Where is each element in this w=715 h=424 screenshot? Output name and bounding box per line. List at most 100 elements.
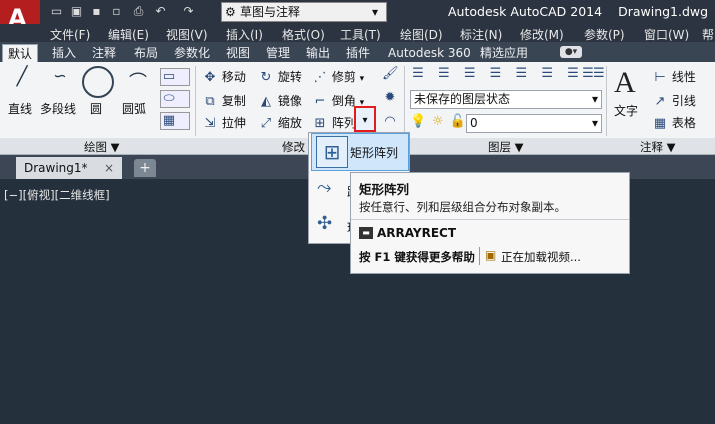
chevron-down-icon: ▾ xyxy=(359,74,365,84)
mirror-label: 镜像 xyxy=(277,94,302,108)
table-icon: ▦ xyxy=(653,116,667,131)
print-icon[interactable]: ⎙ xyxy=(130,3,147,20)
workspace-selector[interactable]: ⚙ 草图与注释 ▾ xyxy=(221,2,387,22)
menu-insert[interactable]: 插入(I) xyxy=(226,26,263,43)
layer-tools-row: ☰ ☰ ☰ ☰ ☰ ☰ ☰ ☰ xyxy=(410,66,607,82)
menu-format[interactable]: 格式(O) xyxy=(282,26,325,43)
line-label: 直线 xyxy=(8,102,33,116)
tab-manage[interactable]: 管理 xyxy=(266,44,290,62)
new-tab-button[interactable]: + xyxy=(134,159,156,177)
menu-modify[interactable]: 修改(M) xyxy=(520,26,564,43)
ribbon-toggle-button[interactable]: ●▾ xyxy=(560,46,582,58)
lightbulb-icon[interactable]: 💡 xyxy=(410,114,426,130)
copy-icon: ⧉ xyxy=(205,94,215,109)
offset-tool[interactable]: ◠ xyxy=(382,114,398,130)
array-tool[interactable]: ⊞ 阵列 xyxy=(312,114,356,132)
ellipse-tool[interactable]: ⬭ xyxy=(160,90,190,108)
layer-icon[interactable]: ☰ xyxy=(487,66,503,82)
tooltip-title: 矩形阵列 xyxy=(359,182,410,197)
layer-icon[interactable]: ☰ xyxy=(565,66,581,82)
layer-icon[interactable]: ☰ xyxy=(513,66,529,82)
tab-parametric[interactable]: 参数化 xyxy=(174,44,210,62)
panel-divider xyxy=(195,66,196,136)
scale-tool[interactable]: ⤢ 缩放 xyxy=(258,114,302,132)
array-dropdown-button[interactable]: ▾ xyxy=(354,106,376,132)
new-file-icon[interactable]: ▭ xyxy=(48,3,65,20)
lock-icon[interactable]: 🔓 xyxy=(450,114,466,130)
table-tool[interactable]: ▦ 表格 xyxy=(652,114,696,132)
layer-icon[interactable]: ☰ xyxy=(436,66,452,82)
copy-tool[interactable]: ⧉ 复制 xyxy=(202,92,246,110)
tooltip: 矩形阵列 按任意行、列和层级组合分布对象副本。 ▬ ARRAYRECT 按 F1… xyxy=(350,172,630,274)
text-label: 文字 xyxy=(614,104,639,118)
layer-properties-icon[interactable]: ☰ xyxy=(410,66,426,82)
rectangle-tool[interactable]: ▭ xyxy=(160,68,190,86)
mirror-tool[interactable]: ◭ 镜像 xyxy=(258,92,302,110)
polyline-label: 多段线 xyxy=(40,102,77,116)
rectangle-icon: ▭ xyxy=(162,69,176,84)
open-folder-icon[interactable]: ▣ xyxy=(68,3,85,20)
explode-tool[interactable]: ✹ xyxy=(382,90,398,106)
rectangular-array-label: 矩形阵列 xyxy=(350,146,399,160)
draw-panel-title[interactable]: 绘图 ▼ xyxy=(84,139,120,155)
tab-autodesk-360[interactable]: Autodesk 360 xyxy=(388,44,471,62)
arc-icon: ⌒ xyxy=(129,72,147,93)
move-tool[interactable]: ✥ 移动 xyxy=(202,68,246,86)
tab-output[interactable]: 输出 xyxy=(306,44,330,62)
hatch-tool[interactable]: ▦ xyxy=(160,112,190,130)
circle-icon xyxy=(82,66,114,98)
viewport-controls-label[interactable]: [−][俯视][二维线框] xyxy=(4,187,110,203)
layer-icon[interactable]: ☰ xyxy=(462,66,478,82)
annotation-panel-title[interactable]: 注释 ▼ xyxy=(640,139,676,155)
layer-value: 0 xyxy=(470,116,478,130)
rotate-tool[interactable]: ↻ 旋转 xyxy=(258,68,302,86)
menu-draw[interactable]: 绘图(D) xyxy=(400,26,443,43)
layer-state-value: 未保存的图层状态 xyxy=(414,92,511,106)
match-layer-tool[interactable]: ☰ xyxy=(580,66,596,82)
sun-icon[interactable]: ☼ xyxy=(430,114,446,130)
rectangular-array-item[interactable]: ⊞ 矩形阵列 xyxy=(311,133,409,171)
layer-panel-title[interactable]: 图层 ▼ xyxy=(488,139,524,155)
menu-parametric[interactable]: 参数(P) xyxy=(584,26,625,43)
tab-view[interactable]: 视图 xyxy=(226,44,250,62)
layer-combo[interactable]: 0 ▾ xyxy=(466,114,602,133)
menu-view[interactable]: 视图(V) xyxy=(166,26,208,43)
paintbrush-icon: 🖌 xyxy=(382,66,399,81)
menu-help[interactable]: 帮 xyxy=(702,26,714,43)
menu-bar: 文件(F) 编辑(E) 视图(V) 插入(I) 格式(O) 工具(T) 绘图(D… xyxy=(0,24,715,42)
command-icon: ▬ xyxy=(359,227,373,239)
undo-icon[interactable]: ↶ xyxy=(152,3,169,20)
tooltip-separator xyxy=(479,247,480,265)
layer-state-combo[interactable]: 未保存的图层状态 ▾ xyxy=(410,90,602,109)
document-tab[interactable]: Drawing1* × xyxy=(16,157,122,179)
tab-plugins[interactable]: 插件 xyxy=(346,44,370,62)
redo-icon[interactable]: ↷ xyxy=(180,3,197,20)
file-name: Drawing1.dwg xyxy=(618,4,709,19)
menu-window[interactable]: 窗口(W) xyxy=(644,26,689,43)
menu-file[interactable]: 文件(F) xyxy=(50,26,90,43)
tab-annotate[interactable]: 注释 xyxy=(92,44,116,62)
leader-label: 引线 xyxy=(671,94,696,108)
menu-edit[interactable]: 编辑(E) xyxy=(108,26,149,43)
chevron-down-icon: ▾ xyxy=(591,116,598,130)
path-array-icon[interactable]: ⤳ xyxy=(317,177,341,201)
leader-tool[interactable]: ↗ 引线 xyxy=(652,92,696,110)
modify-panel-title[interactable]: 修改 xyxy=(282,139,305,155)
tab-default[interactable]: 默认 xyxy=(2,44,39,63)
trim-tool[interactable]: ⋰ 修剪 ▾ xyxy=(312,68,365,86)
tooltip-command: ARRAYRECT xyxy=(377,226,457,240)
tab-featured-apps[interactable]: 精选应用 xyxy=(480,44,528,62)
stretch-tool[interactable]: ⇲ 拉伸 xyxy=(202,114,246,132)
erase-tool[interactable]: 🖌 xyxy=(382,66,399,82)
tab-insert[interactable]: 插入 xyxy=(52,44,76,62)
layer-icon[interactable]: ☰ xyxy=(539,66,555,82)
polar-array-icon[interactable]: ✣ xyxy=(317,213,341,237)
save-icon[interactable]: ▪ xyxy=(88,3,105,20)
linear-dimension-tool[interactable]: ⊢ 线性 xyxy=(652,68,696,86)
menu-dimension[interactable]: 标注(N) xyxy=(460,26,502,43)
ribbon: ╱ 直线 ∽ 多段线 圆 ⌒ 圆弧 ▭ ⬭ ▦ ✥ 移动 ↻ 旋转 ⋰ 修剪 ▾… xyxy=(0,62,715,139)
close-icon[interactable]: × xyxy=(104,157,114,179)
tab-layout[interactable]: 布局 xyxy=(134,44,158,62)
save-as-icon[interactable]: ▫ xyxy=(108,3,125,20)
menu-tools[interactable]: 工具(T) xyxy=(340,26,381,43)
